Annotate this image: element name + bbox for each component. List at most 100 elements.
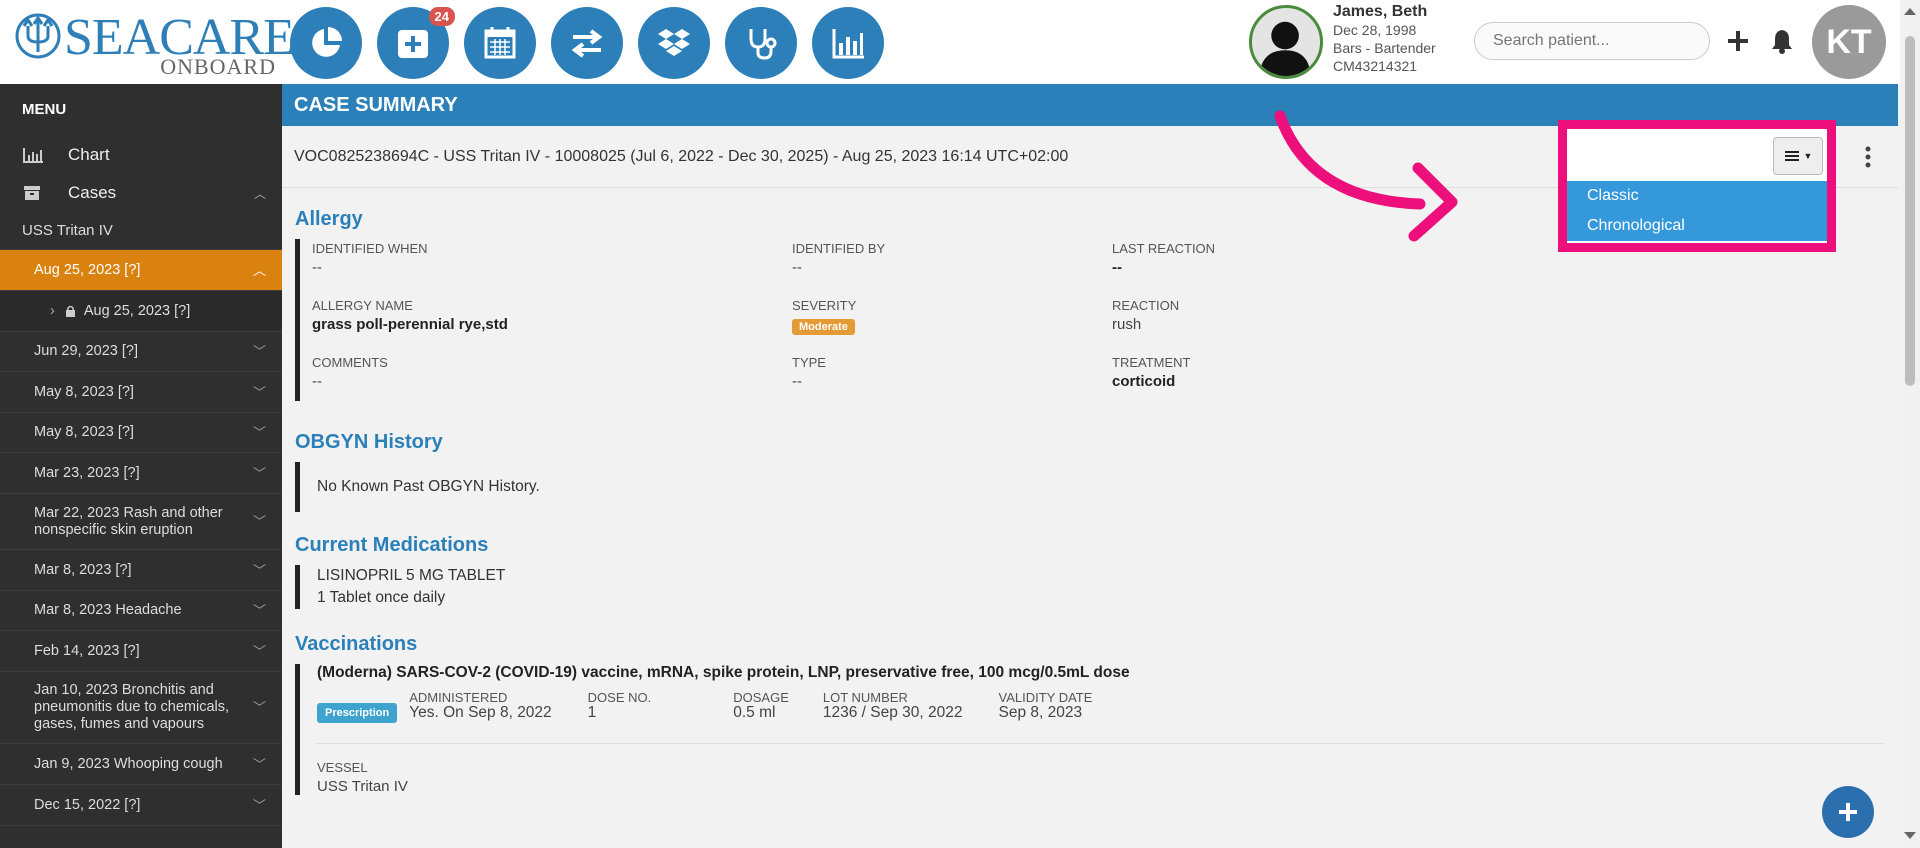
case-item[interactable]: Mar 8, 2023 Headache ﹀ [0, 591, 282, 631]
option-chronological[interactable]: Chronological [1567, 211, 1827, 241]
case-item[interactable]: Feb 14, 2023 [?] ﹀ [0, 631, 282, 672]
severity-badge: Moderate [792, 319, 855, 335]
medical-button[interactable] [725, 7, 797, 79]
administered-value: Yes. On Sep 8, 2022 [409, 704, 552, 721]
vaccinations-title: Vaccinations [295, 633, 418, 655]
add-button[interactable] [1722, 24, 1754, 58]
case-item[interactable]: Jan 9, 2023 Whooping cough ﹀ [0, 744, 282, 785]
logo-subtext: ONBOARD [160, 54, 276, 79]
person-silhouette-icon [1259, 21, 1311, 76]
more-options-icon[interactable] [1860, 144, 1876, 170]
archive-icon [24, 186, 40, 200]
case-item[interactable]: May 8, 2023 [?] ﹀ [0, 413, 282, 453]
case-item[interactable]: May 8, 2023 [?] ﹀ [0, 372, 282, 413]
lock-icon [65, 305, 75, 317]
sidebar-item-chart[interactable]: Chart [0, 136, 282, 174]
identified-by-value: -- [792, 259, 802, 276]
search-input[interactable] [1485, 31, 1702, 51]
case-title: VOC0825238694C - USS Tritan IV - 1000802… [294, 147, 1069, 165]
medications-section: Current Medications LISINOPRIL 5 MG TABL… [295, 534, 1884, 609]
case-label: Mar 8, 2023 [?] [34, 561, 132, 578]
prescription-badge: Prescription [317, 703, 398, 723]
patient-id: CM43214321 [1333, 58, 1418, 74]
transfer-button[interactable] [551, 7, 623, 79]
chevron-down-icon: ﹀ [252, 465, 266, 481]
scroll-down-icon[interactable] [1904, 832, 1916, 839]
pie-chart-icon [312, 27, 342, 57]
case-item[interactable]: Mar 23, 2023 [?] ﹀ [0, 453, 282, 494]
dosage-value: 0.5 ml [733, 704, 776, 721]
scrollbar[interactable] [1900, 0, 1920, 848]
scroll-up-icon[interactable] [1904, 8, 1916, 15]
case-item-active[interactable]: Aug 25, 2023 [?] ︿ [0, 250, 282, 291]
identified-when-value: -- [312, 259, 322, 276]
case-label: Aug 25, 2023 [?] [83, 302, 191, 319]
field-label: VALIDITY DATE [998, 690, 1093, 705]
type-value: -- [792, 373, 802, 390]
lot-value: 1236 / Sep 30, 2022 [822, 704, 963, 721]
list-icon [1784, 151, 1799, 161]
field-label: SEVERITY [792, 298, 857, 313]
case-label: Feb 14, 2023 [?] [34, 642, 140, 659]
treatment-value: corticoid [1112, 373, 1176, 390]
view-mode-dropdown: ▼ Classic Chronological [1567, 129, 1827, 243]
dropbox-icon [658, 29, 690, 56]
sidebar-item-cases[interactable]: Cases ︿ [0, 174, 282, 212]
vaccinations-section: Vaccinations (Moderna) SARS-COV-2 (COVID… [295, 633, 1884, 795]
option-classic[interactable]: Classic [1567, 181, 1827, 211]
chevron-down-icon: ﹀ [252, 756, 266, 772]
field-label: ALLERGY NAME [312, 298, 413, 313]
case-item[interactable]: Dec 15, 2022 [?] ﹀ [0, 785, 282, 826]
obgyn-title: OBGYN History [295, 431, 443, 453]
sidebar-vessel[interactable]: USS Tritan IV [0, 212, 282, 250]
plus-icon [1728, 31, 1748, 51]
chevron-down-icon: ﹀ [252, 797, 266, 813]
dashboard-button[interactable] [290, 7, 362, 79]
bar-chart-icon [832, 29, 864, 59]
chevron-up-icon: ︿ [252, 262, 266, 278]
medications-details: LISINOPRIL 5 MG TABLET 1 Tablet once dai… [295, 565, 1884, 609]
chevron-down-icon: ﹀ [252, 562, 266, 578]
vaccination-details: (Moderna) SARS-COV-2 (COVID-19) vaccine,… [295, 664, 1884, 795]
new-case-button[interactable]: 24 [377, 7, 455, 79]
menu-title: MENU [22, 101, 67, 118]
seacare-logo[interactable]: SEACARE ONBOARD [14, 10, 295, 79]
chevron-down-icon: ﹀ [252, 384, 266, 400]
case-subitem[interactable]: › Aug 25, 2023 [?] [0, 291, 282, 332]
medication-name: LISINOPRIL 5 MG TABLET [317, 567, 506, 584]
patient-info[interactable]: James, Beth Dec 28, 1998 Bars - Bartende… [1333, 3, 1436, 75]
user-avatar[interactable]: KT [1812, 5, 1886, 79]
notifications-button[interactable] [1766, 24, 1798, 58]
scroll-thumb[interactable] [1905, 36, 1915, 386]
reports-button[interactable] [812, 7, 884, 79]
view-mode-toggle[interactable]: ▼ [1773, 137, 1823, 175]
case-label: Aug 25, 2023 [?] [34, 261, 141, 278]
top-bar: SEACARE ONBOARD 24 James, Beth Dec 28, 1… [0, 0, 1900, 84]
medical-plus-icon [398, 30, 428, 58]
field-label: ADMINISTERED [409, 690, 508, 705]
field-label: DOSE NO. [587, 690, 652, 705]
floating-add-button[interactable] [1822, 786, 1874, 838]
case-item[interactable]: Jan 10, 2023 Bronchitis and pneumonitis … [0, 672, 282, 744]
case-item[interactable]: Mar 22, 2023 Rash and other nonspecific … [0, 494, 282, 550]
bell-icon [1772, 30, 1792, 54]
patient-avatar[interactable] [1249, 5, 1323, 79]
view-mode-options: Classic Chronological [1567, 181, 1827, 241]
case-item[interactable]: Mar 8, 2023 [?] ﹀ [0, 550, 282, 591]
field-label: DOSAGE [733, 690, 789, 705]
case-label: Jun 29, 2023 [?] [34, 343, 138, 359]
field-label: IDENTIFIED WHEN [312, 241, 428, 256]
trident-icon [15, 13, 61, 59]
allergy-name-value: grass poll-perennial rye,std [312, 316, 508, 333]
calendar-button[interactable] [464, 7, 536, 79]
sidebar-item-label: Cases [68, 183, 117, 202]
case-label: Mar 23, 2023 [?] [34, 464, 140, 481]
case-label: Jan 10, 2023 Bronchitis and pneumonitis … [34, 682, 230, 732]
notification-badge: 24 [428, 7, 455, 26]
allergy-details: IDENTIFIED WHEN -- IDENTIFIED BY -- LAST R… [295, 239, 1884, 401]
case-label: Mar 8, 2023 Headache [34, 602, 182, 618]
chevron-down-icon: ﹀ [252, 514, 266, 529]
divider [317, 743, 1884, 744]
dropbox-button[interactable] [638, 7, 710, 79]
case-item[interactable]: Jun 29, 2023 [?] ﹀ [0, 332, 282, 372]
